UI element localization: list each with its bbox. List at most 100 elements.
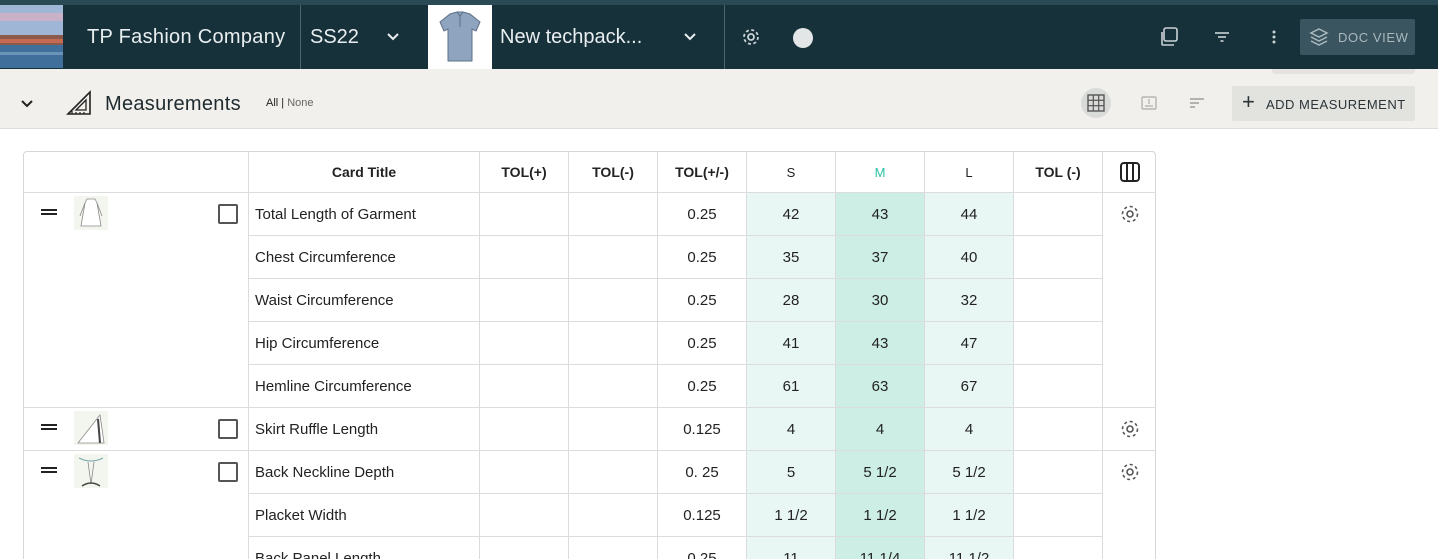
tol-pm-cell[interactable]: 0.25 — [658, 322, 747, 365]
chevron-down-icon[interactable] — [382, 26, 404, 48]
tol-plus-cell[interactable] — [480, 279, 569, 322]
size-s-cell[interactable]: 42 — [747, 193, 836, 236]
drag-handle-icon[interactable] — [41, 467, 57, 473]
header-tol-plus-minus[interactable]: TOL(+/-) — [658, 152, 747, 193]
chevron-down-icon[interactable] — [679, 26, 701, 48]
add-measurement-button[interactable]: + ADD MEASUREMENT — [1232, 86, 1415, 121]
row-title[interactable]: Placket Width — [249, 494, 480, 537]
company-logo-image[interactable] — [0, 5, 63, 68]
tol-plus-cell[interactable] — [480, 451, 569, 494]
size-m-cell[interactable]: 11 1/4 — [836, 537, 925, 559]
sort-icon[interactable] — [1188, 94, 1206, 112]
copy-icon[interactable] — [1158, 25, 1182, 49]
garment-thumbnail[interactable] — [74, 454, 108, 488]
tol-pm-cell[interactable]: 0.25 — [658, 193, 747, 236]
tol-plus-cell[interactable] — [480, 236, 569, 279]
gear-icon[interactable] — [739, 25, 763, 49]
techpack-selector[interactable]: New techpack... — [500, 26, 642, 49]
row-title[interactable]: Hemline Circumference — [249, 365, 480, 408]
tol-pm-cell[interactable]: 0.25 — [658, 537, 747, 559]
size-s-cell[interactable]: 1 1/2 — [747, 494, 836, 537]
status-dot-icon[interactable] — [793, 28, 813, 48]
tol-minus-cell[interactable] — [569, 494, 658, 537]
tol-minus-2-cell[interactable] — [1014, 322, 1103, 365]
size-l-cell[interactable]: 67 — [925, 365, 1014, 408]
tol-pm-cell[interactable]: 0.125 — [658, 408, 747, 451]
row-title[interactable]: Back Neckline Depth — [249, 451, 480, 494]
size-m-cell[interactable]: 43 — [836, 193, 925, 236]
filter-icon[interactable] — [1210, 25, 1234, 49]
size-m-cell[interactable]: 5 1/2 — [836, 451, 925, 494]
size-s-cell[interactable]: 41 — [747, 322, 836, 365]
tol-minus-2-cell[interactable] — [1014, 279, 1103, 322]
size-l-cell[interactable]: 5 1/2 — [925, 451, 1014, 494]
tol-minus-cell[interactable] — [569, 408, 658, 451]
more-vertical-icon[interactable] — [1262, 25, 1286, 49]
tol-minus-cell[interactable] — [569, 322, 658, 365]
doc-view-button[interactable]: DOC VIEW — [1300, 19, 1415, 55]
tol-pm-cell[interactable]: 0.25 — [658, 365, 747, 408]
header-tol-minus[interactable]: TOL(-) — [569, 152, 658, 193]
size-l-cell[interactable]: 1 1/2 — [925, 494, 1014, 537]
tol-minus-2-cell[interactable] — [1014, 537, 1103, 559]
size-l-cell[interactable]: 4 — [925, 408, 1014, 451]
company-name[interactable]: TP Fashion Company — [87, 26, 285, 49]
tol-minus-2-cell[interactable] — [1014, 451, 1103, 494]
row-title[interactable]: Total Length of Garment — [249, 193, 480, 236]
tol-pm-cell[interactable]: 0.25 — [658, 279, 747, 322]
tol-pm-cell[interactable]: 0.25 — [658, 236, 747, 279]
row-title[interactable]: Back Panel Length — [249, 537, 480, 559]
row-title[interactable]: Hip Circumference — [249, 322, 480, 365]
size-m-cell[interactable]: 37 — [836, 236, 925, 279]
header-size-m[interactable]: M — [836, 152, 925, 193]
tol-minus-cell[interactable] — [569, 537, 658, 559]
size-m-cell[interactable]: 4 — [836, 408, 925, 451]
product-thumbnail[interactable] — [428, 5, 492, 69]
size-m-cell[interactable]: 1 1/2 — [836, 494, 925, 537]
tol-minus-2-cell[interactable] — [1014, 494, 1103, 537]
tol-pm-cell[interactable]: 0. 25 — [658, 451, 747, 494]
tol-minus-2-cell[interactable] — [1014, 193, 1103, 236]
tol-pm-cell[interactable]: 0.125 — [658, 494, 747, 537]
tol-minus-2-cell[interactable] — [1014, 365, 1103, 408]
tol-plus-cell[interactable] — [480, 193, 569, 236]
size-s-cell[interactable]: 35 — [747, 236, 836, 279]
drag-handle-icon[interactable] — [41, 209, 57, 215]
size-l-cell[interactable]: 32 — [925, 279, 1014, 322]
row-title[interactable]: Skirt Ruffle Length — [249, 408, 480, 451]
row-checkbox[interactable] — [218, 204, 238, 224]
tol-plus-cell[interactable] — [480, 322, 569, 365]
size-l-cell[interactable]: 47 — [925, 322, 1014, 365]
header-tol-minus-2[interactable]: TOL (-) — [1014, 152, 1103, 193]
tol-plus-cell[interactable] — [480, 537, 569, 559]
select-none-link[interactable]: None — [287, 97, 313, 109]
select-all-link[interactable]: All — [266, 97, 278, 109]
size-s-cell[interactable]: 11 — [747, 537, 836, 559]
row-title[interactable]: Chest Circumference — [249, 236, 480, 279]
tol-minus-cell[interactable] — [569, 451, 658, 494]
tol-minus-cell[interactable] — [569, 236, 658, 279]
gear-icon[interactable] — [1119, 203, 1141, 225]
tol-minus-cell[interactable] — [569, 279, 658, 322]
size-m-cell[interactable]: 30 — [836, 279, 925, 322]
grid-view-button[interactable] — [1081, 88, 1111, 118]
size-l-cell[interactable]: 40 — [925, 236, 1014, 279]
row-title[interactable]: Waist Circumference — [249, 279, 480, 322]
tol-minus-2-cell[interactable] — [1014, 236, 1103, 279]
row-checkbox[interactable] — [218, 419, 238, 439]
size-s-cell[interactable]: 5 — [747, 451, 836, 494]
size-m-cell[interactable]: 63 — [836, 365, 925, 408]
size-s-cell[interactable]: 61 — [747, 365, 836, 408]
tol-plus-cell[interactable] — [480, 365, 569, 408]
size-l-cell[interactable]: 44 — [925, 193, 1014, 236]
tol-plus-cell[interactable] — [480, 408, 569, 451]
size-s-cell[interactable]: 4 — [747, 408, 836, 451]
column-settings-button[interactable] — [1103, 152, 1155, 193]
size-m-cell[interactable]: 43 — [836, 322, 925, 365]
season-selector[interactable]: SS22 — [310, 26, 359, 49]
garment-thumbnail[interactable] — [74, 411, 108, 445]
gear-icon[interactable] — [1119, 418, 1141, 440]
size-l-cell[interactable]: 11 1/2 — [925, 537, 1014, 559]
tol-minus-cell[interactable] — [569, 193, 658, 236]
drag-handle-icon[interactable] — [41, 424, 57, 430]
